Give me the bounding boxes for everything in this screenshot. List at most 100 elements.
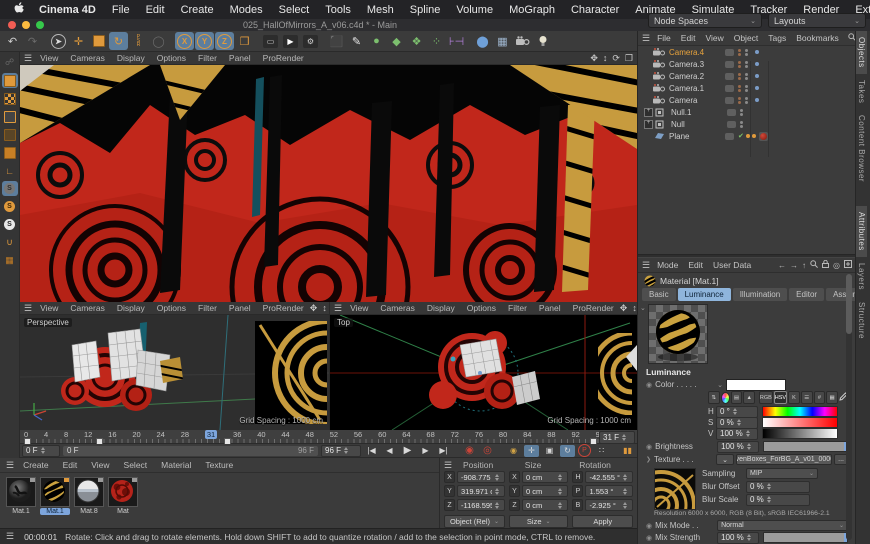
- tab-objects[interactable]: Objects: [856, 31, 867, 74]
- object-row[interactable]: Camera: [638, 94, 856, 106]
- timeline-tick[interactable]: 60: [378, 430, 386, 439]
- add-cube-icon[interactable]: ⬛: [327, 32, 346, 50]
- material-item-selected[interactable]: Mat.1: [40, 477, 70, 515]
- spectrum-icon[interactable]: ▤: [731, 391, 743, 404]
- position-y-field[interactable]: 319.971 cm: [457, 485, 505, 497]
- material-menu-item[interactable]: Edit: [56, 460, 85, 470]
- top-canvas[interactable]: [330, 315, 637, 430]
- macos-menu-item[interactable]: File: [104, 4, 138, 16]
- hue-gradient-bar[interactable]: [762, 406, 838, 417]
- object-manager-menu-item[interactable]: Edit: [676, 33, 701, 43]
- collapse-icon[interactable]: ⌄: [717, 381, 723, 389]
- lock-icon[interactable]: [822, 260, 829, 270]
- previous-frame-icon[interactable]: ◀: [382, 445, 397, 457]
- move-tool-icon[interactable]: ✛: [69, 32, 88, 50]
- enable-chip[interactable]: [725, 49, 734, 56]
- object-mode-dropdown[interactable]: Object (Rel)⌄: [444, 515, 505, 528]
- keyframe-filter-icon[interactable]: ◉: [506, 445, 521, 457]
- viewport-menu-item[interactable]: Panel: [223, 303, 257, 313]
- quantize-grid-icon[interactable]: ▦: [2, 253, 18, 268]
- object-manager-menu-item[interactable]: File: [652, 33, 676, 43]
- viewport-menu-item[interactable]: Cameras: [64, 53, 110, 63]
- color-wheel-icon[interactable]: [721, 392, 730, 404]
- timeline-tick[interactable]: 8: [64, 430, 68, 439]
- coordinate-system-icon[interactable]: ❒: [235, 32, 254, 50]
- object-row[interactable]: Camera.2: [638, 70, 856, 82]
- viewport-zoom-icon[interactable]: ↕: [603, 53, 608, 64]
- last-tool-icon[interactable]: ◯: [149, 32, 168, 50]
- autokeying-icon[interactable]: ◎: [480, 445, 495, 457]
- compact-mode-icon[interactable]: ⇅: [708, 391, 720, 404]
- forward-icon[interactable]: →: [790, 261, 798, 270]
- object-manager-menu-item[interactable]: Bookmarks: [791, 33, 844, 43]
- object-row[interactable]: + Null.1: [638, 106, 856, 118]
- add-panel-icon[interactable]: [844, 260, 852, 270]
- macos-menu-item[interactable]: Tools: [317, 4, 359, 16]
- make-editable-icon[interactable]: ☍: [2, 55, 18, 70]
- viewport-menu-item[interactable]: Cameras: [64, 303, 110, 313]
- timeline-tick[interactable]: 40: [257, 430, 265, 439]
- render-to-picture-viewer-icon[interactable]: ▶: [281, 32, 300, 50]
- main-viewport-canvas[interactable]: [20, 65, 637, 302]
- status-menu-icon[interactable]: ☰: [6, 531, 14, 542]
- z-axis-lock-button[interactable]: Z: [215, 32, 234, 50]
- animate-toggle-icon[interactable]: ◉: [646, 522, 652, 530]
- material-menu-item[interactable]: Material: [154, 460, 198, 470]
- perspective-canvas[interactable]: [20, 315, 329, 430]
- timeline-ruler[interactable]: 0481216202428313640444852566064687276808…: [20, 430, 637, 444]
- timeline-tick[interactable]: 64: [402, 430, 410, 439]
- search-icon[interactable]: [810, 260, 818, 270]
- hex-mode-button[interactable]: #: [814, 391, 826, 404]
- psr-history-icon[interactable]: PSR: [129, 32, 148, 50]
- timeline-tick[interactable]: 12: [84, 430, 92, 439]
- rotation-b-field[interactable]: -2.925 °: [585, 499, 633, 511]
- render-settings-icon[interactable]: ⚙: [301, 32, 320, 50]
- macos-menu-item[interactable]: Select: [271, 4, 318, 16]
- timeline-tick[interactable]: 16: [108, 430, 116, 439]
- top-viewport[interactable]: ☰ ViewCamerasDisplayOptionsFilterPanelPr…: [330, 302, 637, 430]
- mix-strength-field[interactable]: 100 %: [717, 532, 759, 544]
- macos-menu-item[interactable]: Spline: [402, 4, 449, 16]
- record-active-objects-icon[interactable]: ◉: [462, 445, 477, 457]
- tab-luminance[interactable]: Luminance: [678, 288, 731, 301]
- mixer-mode-icon[interactable]: ☰: [801, 391, 813, 404]
- up-icon[interactable]: ↑: [802, 261, 806, 270]
- material-preview[interactable]: ⌄: [644, 304, 708, 366]
- tab-takes[interactable]: Takes: [856, 74, 867, 109]
- macos-menu-item[interactable]: Mesh: [359, 4, 402, 16]
- viewport-menu-item[interactable]: Options: [151, 303, 192, 313]
- polygon-mode-icon[interactable]: [2, 145, 18, 160]
- attribute-scrollbar[interactable]: [846, 274, 852, 540]
- timeline-tick[interactable]: 72: [451, 430, 459, 439]
- object-manager-menu-icon[interactable]: ☰: [642, 33, 650, 44]
- node-spaces-dropdown[interactable]: Node Spaces⌄: [648, 13, 762, 28]
- brightness-slider[interactable]: [763, 441, 848, 452]
- add-sphere-icon[interactable]: ⬤: [473, 32, 492, 50]
- main-viewport[interactable]: ☰ ViewCamerasDisplayOptionsFilterPanelPr…: [20, 52, 637, 302]
- attribute-menu-icon[interactable]: ☰: [642, 260, 650, 271]
- hue-field[interactable]: 0 °: [716, 406, 758, 418]
- sampling-dropdown[interactable]: MIP⌄: [746, 468, 818, 479]
- timeline-tick[interactable]: 44: [281, 430, 289, 439]
- timeline-tick[interactable]: 48: [306, 430, 314, 439]
- render-view-icon[interactable]: ▭: [261, 32, 280, 50]
- texture-file-button[interactable]: UnevenBoxes_ForBG_A_v01_00000.tif: [736, 454, 832, 465]
- add-camera-icon[interactable]: [513, 32, 532, 50]
- tag-icon[interactable]: [752, 134, 756, 138]
- object-row[interactable]: + Null: [638, 118, 856, 130]
- perspective-viewport[interactable]: ☰ ViewCamerasDisplayOptionsFilterPanelPr…: [20, 302, 330, 430]
- macos-menu-item[interactable]: MoGraph: [501, 4, 563, 16]
- range-start-field[interactable]: 0 F: [22, 445, 60, 457]
- viewport-menu-item[interactable]: Display: [111, 53, 151, 63]
- model-mode-icon[interactable]: [2, 73, 18, 88]
- macos-menu-item[interactable]: Modes: [222, 4, 271, 16]
- material-item[interactable]: Mat: [108, 477, 138, 515]
- target-icon[interactable]: ◎: [833, 261, 840, 270]
- material-menu-icon[interactable]: ☰: [6, 460, 14, 471]
- timeline-tick[interactable]: 28: [181, 430, 189, 439]
- value-field[interactable]: 100 %: [716, 428, 758, 440]
- current-frame-field[interactable]: 31 F: [599, 431, 635, 444]
- tag-icon[interactable]: [746, 134, 750, 138]
- timeline-tick[interactable]: 92: [571, 430, 579, 439]
- rotation-p-field[interactable]: 1.553 °: [585, 485, 633, 497]
